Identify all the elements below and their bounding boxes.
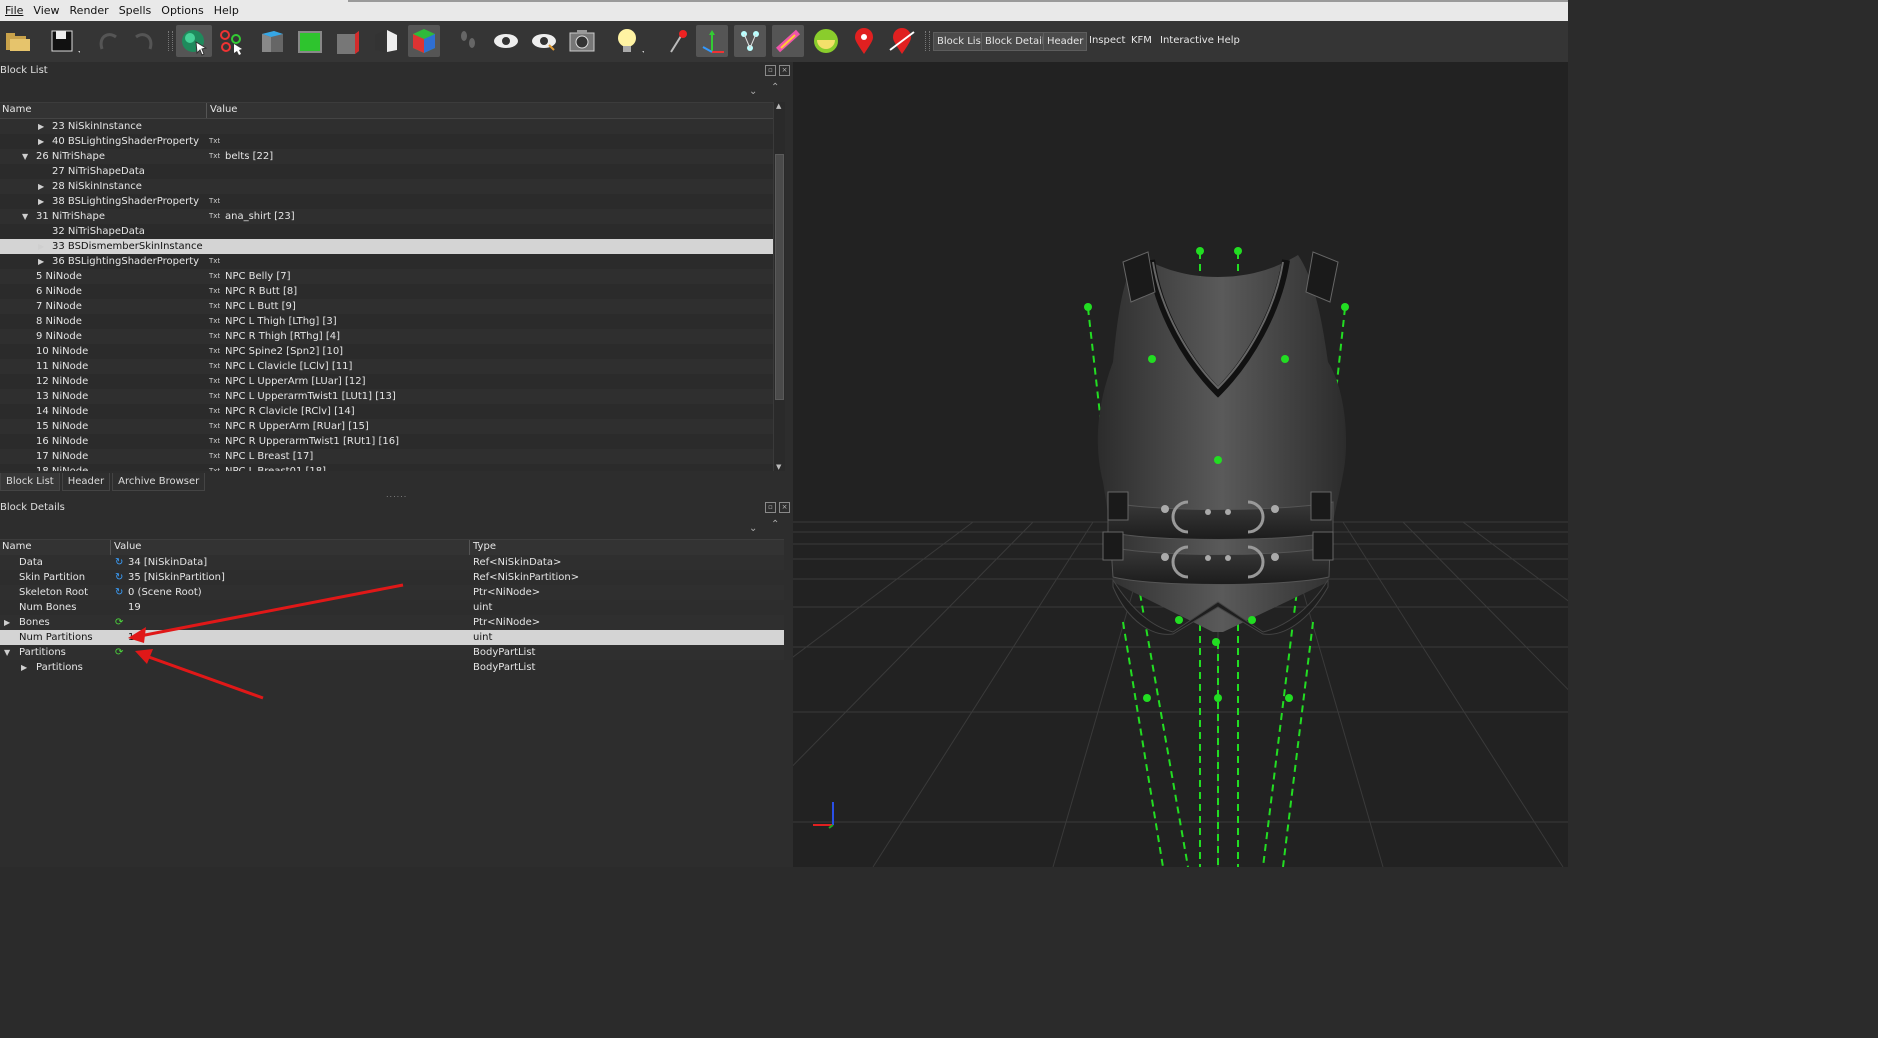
toolbar-header[interactable]: Header [1043,32,1088,51]
toolbar-interactive-help[interactable]: Interactive Help [1157,32,1243,49]
annotation-arrows [128,583,404,700]
right-strap-buckle [1305,251,1339,303]
red-arrow-1 [139,583,404,638]
toolbar-grip-2 [925,31,930,51]
red-arrow-2 [145,654,264,700]
render-viewport[interactable] [793,62,1568,867]
markers-icon[interactable] [848,25,880,57]
toolbar-inspect[interactable]: Inspect [1086,32,1128,49]
hide-markers-icon[interactable] [886,25,918,57]
collision-icon[interactable] [810,25,842,57]
toolbar-kfm[interactable]: KFM [1128,32,1155,49]
scene-render [793,247,1568,867]
axis-gizmo [813,802,834,829]
red-arrowhead-1 [128,627,146,643]
